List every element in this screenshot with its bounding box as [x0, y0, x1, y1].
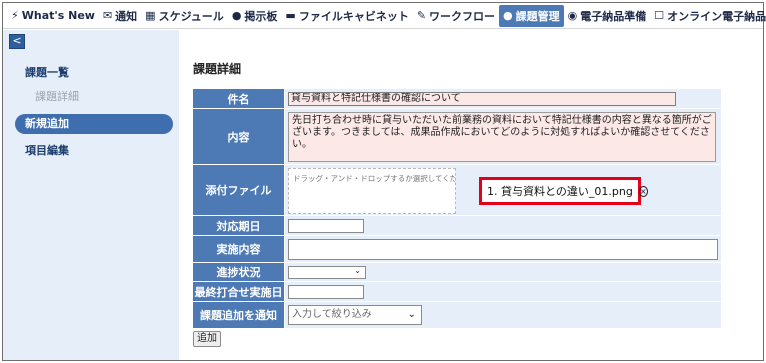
nav-item-label: オンライン電子納品 — [667, 9, 766, 23]
nav-item-label: 課題管理 — [515, 9, 560, 23]
action-input[interactable] — [288, 239, 718, 260]
nav-item-7[interactable]: ◉ 電子納品準備 — [564, 5, 651, 27]
nav-item-0[interactable]: ⚡ What's New — [7, 5, 99, 27]
nav-item-label: What's New — [21, 9, 95, 22]
attachment-cell: ドラッグ・アンド・ドロップするか選択してください 1. 貸与資料との違い_01.… — [285, 165, 721, 216]
last-meeting-label: 最終打合せ実施日 — [193, 282, 285, 302]
notify-row: 課題追加を通知 入力して絞り込み ⌄ — [193, 302, 721, 329]
attached-file-name: 1. 貸与資料との違い_01.png — [487, 185, 633, 198]
attachment-label: 添付ファイル — [193, 165, 285, 216]
attached-file-item: 1. 貸与資料との違い_01.png × — [479, 177, 648, 205]
nav-item-label: 掲示板 — [244, 9, 278, 23]
sidebar-item-issue-detail: 課題詳細 — [35, 90, 79, 103]
page-title: 課題詳細 — [193, 62, 242, 76]
content-label: 内容 — [193, 109, 285, 165]
checkbox-icon: ☐ — [654, 9, 665, 22]
app-frame: ⚡ What's New ✉ 通知 ▦ スケジュール ● 掲示板 ▬ ファイルキャビネット ✎ ワーク… — [2, 2, 766, 361]
radio-icon: ◉ — [567, 9, 578, 22]
notify-placeholder: 入力して絞り込み — [292, 309, 372, 320]
nav-item-4[interactable]: ▬ ファイルキャビネット — [281, 5, 412, 27]
content-row: 内容 先日打ち合わせ時に貸与いただいた前業務の資料において特記仕様書の内容と異な… — [193, 109, 721, 165]
chat-bubbles-icon: ● — [231, 9, 242, 22]
chevron-down-icon: ⌄ — [407, 309, 416, 320]
calendar-icon: ▦ — [145, 9, 156, 22]
sidebar-item-new-add[interactable]: 新規追加 — [15, 114, 173, 134]
users-icon: ● — [503, 9, 513, 22]
nav-item-1[interactable]: ✉ 通知 — [99, 5, 141, 27]
notify-select[interactable]: 入力して絞り込み ⌄ — [288, 305, 422, 325]
due-date-label: 対応期日 — [193, 216, 285, 236]
add-button[interactable]: 追加 — [193, 331, 221, 347]
nav-item-2[interactable]: ▦ スケジュール — [141, 5, 228, 27]
file-dropzone[interactable]: ドラッグ・アンド・ドロップするか選択してください — [288, 168, 456, 214]
nav-item-label: 通知 — [115, 9, 138, 23]
notify-label: 課題追加を通知 — [193, 302, 285, 329]
nav-item-label: スケジュール — [158, 9, 224, 23]
subject-row: 件名 貸与資料と特記仕様書の確認について — [193, 89, 721, 109]
content-cell: 先日打ち合わせ時に貸与いただいた前業務の資料において特記仕様書の内容と異なる箇所… — [285, 109, 721, 165]
last-meeting-cell — [285, 282, 721, 302]
nav-item-label: ワークフロー — [429, 9, 496, 23]
subject-label: 件名 — [193, 89, 285, 109]
cabinet-icon: ▬ — [285, 9, 296, 22]
nav-item-label: 電子納品準備 — [580, 9, 647, 23]
nav-item-label: ファイルキャビネット — [298, 9, 409, 23]
progress-row: 進捗状況 ⌄ — [193, 263, 721, 282]
action-row: 実施内容 — [193, 236, 721, 263]
sidebar-item-issue-list[interactable]: 課題一覧 — [25, 64, 69, 80]
content-textarea[interactable]: 先日打ち合わせ時に貸与いただいた前業務の資料において特記仕様書の内容と異なる箇所… — [288, 112, 716, 162]
due-date-row: 対応期日 — [193, 216, 721, 236]
action-cell — [285, 236, 721, 263]
sidebar: < 課題一覧 課題詳細 新規追加 項目編集 — [3, 30, 179, 360]
progress-select[interactable]: ⌄ — [288, 266, 366, 279]
sidebar-item-item-edit[interactable]: 項目編集 — [25, 142, 69, 158]
nav-item-5[interactable]: ✎ ワークフロー — [413, 5, 499, 27]
subject-cell: 貸与資料と特記仕様書の確認について — [285, 89, 721, 109]
action-label: 実施内容 — [193, 236, 285, 263]
attachment-row: 添付ファイル ドラッグ・アンド・ドロップするか選択してください 1. 貸与資料と… — [193, 165, 721, 216]
nav-item-8[interactable]: ☐ オンライン電子納品 — [650, 5, 766, 27]
chevron-down-icon: ⌄ — [354, 266, 361, 275]
due-date-cell — [285, 216, 721, 236]
top-navigation: ⚡ What's New ✉ 通知 ▦ スケジュール ● 掲示板 ▬ ファイルキャビネット ✎ ワーク… — [3, 3, 766, 29]
due-date-input[interactable] — [288, 219, 364, 233]
remove-file-icon[interactable]: × — [638, 185, 648, 197]
edit-icon: ✎ — [416, 9, 427, 22]
progress-cell: ⌄ — [285, 263, 721, 282]
mail-icon: ✉ — [102, 9, 113, 22]
last-meeting-row: 最終打合せ実施日 — [193, 282, 721, 302]
last-meeting-input[interactable] — [288, 285, 364, 299]
nav-item-6[interactable]: ● 課題管理 — [499, 4, 564, 27]
nav-item-3[interactable]: ● 掲示板 — [228, 5, 282, 27]
sidebar-collapse-button[interactable]: < — [9, 34, 25, 49]
lightning-icon: ⚡ — [11, 9, 19, 22]
subject-input[interactable]: 貸与資料と特記仕様書の確認について — [288, 92, 676, 106]
notify-cell: 入力して絞り込み ⌄ — [285, 302, 721, 329]
progress-label: 進捗状況 — [193, 263, 285, 282]
